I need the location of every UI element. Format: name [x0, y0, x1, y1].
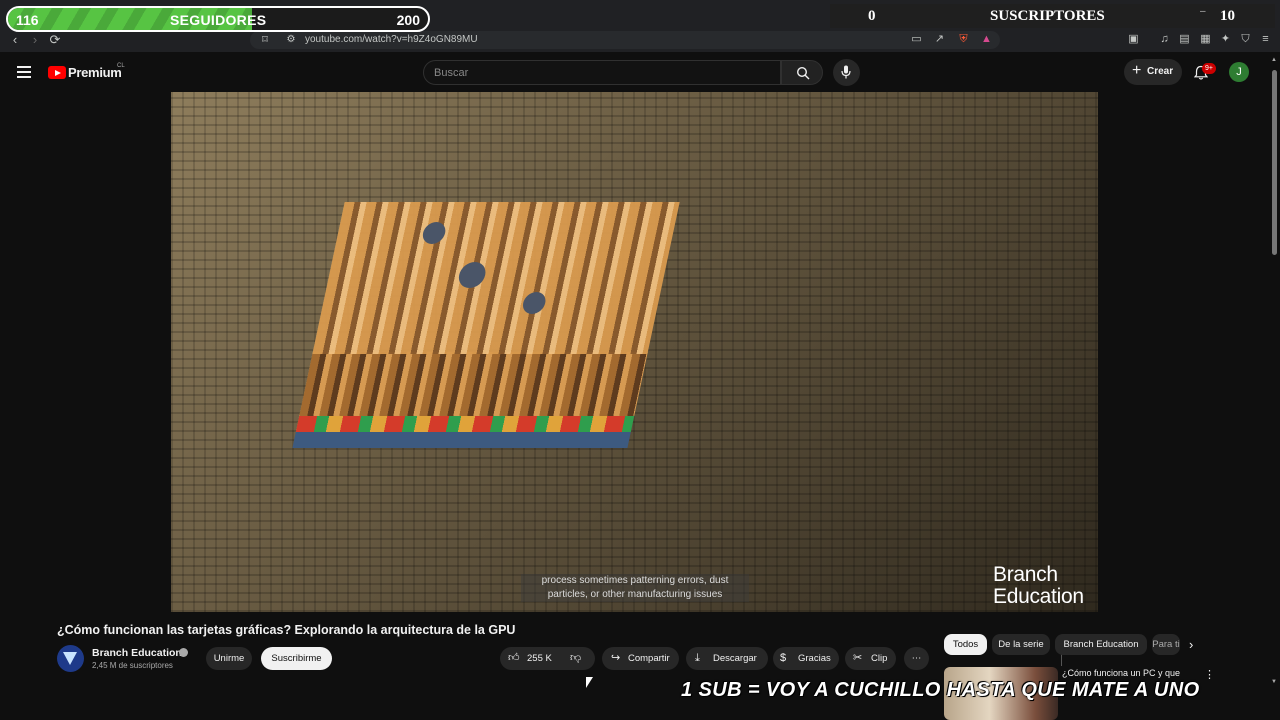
channel-watermark: Branch Education	[993, 564, 1084, 608]
followers-current: 116	[16, 12, 39, 28]
channel-name[interactable]: Branch Education	[92, 647, 182, 659]
panel-icon[interactable]: ▤	[1178, 33, 1191, 46]
download-label: Descargar	[713, 653, 757, 664]
like-dislike-group: 👍︎ 255 K 👎︎	[500, 647, 1062, 670]
hamburger-menu-icon[interactable]	[17, 66, 31, 78]
download-button[interactable]: ⤓ Descargar	[686, 647, 768, 670]
premium-logo-text[interactable]: Premium	[68, 65, 122, 80]
wallet-icon[interactable]: ▦	[1199, 33, 1212, 46]
thanks-button[interactable]: $ Gracias	[773, 647, 839, 670]
share-button[interactable]: ↪ Compartir	[602, 647, 679, 670]
thanks-icon: $	[780, 652, 787, 664]
search-icon	[796, 66, 810, 80]
chevron-right-icon[interactable]: ›	[1189, 637, 1193, 652]
user-avatar[interactable]: J	[1229, 62, 1249, 82]
scroll-up-arrow-icon[interactable]: ▲	[1271, 57, 1277, 63]
minimize-icon[interactable]: –	[1200, 6, 1206, 17]
share-page-icon[interactable]: ↗	[933, 33, 946, 46]
chip-illustration	[287, 202, 680, 472]
subscribers-current: 0	[868, 8, 876, 24]
voice-search-button[interactable]	[833, 59, 860, 86]
scissors-icon: ✂	[853, 652, 863, 664]
vpn-icon[interactable]: ⛉	[1239, 33, 1252, 46]
share-icon: ↪	[611, 652, 621, 664]
sidebar-icon[interactable]: ▣	[1127, 33, 1140, 46]
watermark-line-2: Education	[993, 585, 1084, 608]
rewards-icon[interactable]: ▲	[980, 33, 993, 46]
download-icon: ⤓	[695, 652, 700, 664]
notifications-badge: 9+	[1202, 63, 1216, 74]
clip-label: Clip	[871, 653, 888, 664]
more-horizontal-icon: ⋯	[911, 653, 922, 664]
like-icon[interactable]: 👍︎	[508, 647, 520, 670]
subscribers-goal: 10	[1220, 8, 1235, 24]
menu-dots-icon[interactable]: ≡	[1259, 33, 1272, 46]
region-code: CL	[117, 63, 125, 69]
media-icon[interactable]: ♫	[1158, 33, 1171, 46]
followers-goal-bar: 116 SEGUIDORES 200	[6, 6, 430, 32]
ai-icon[interactable]: ✦	[1219, 33, 1232, 46]
video-player[interactable]: process sometimes patterning errors, dus…	[171, 92, 1098, 612]
plus-icon: +	[1132, 62, 1142, 79]
mouse-cursor-icon	[586, 677, 593, 688]
create-label: Crear	[1147, 66, 1174, 77]
more-actions-button[interactable]: ⋯	[904, 647, 929, 670]
url-text[interactable]: youtube.com/watch?v=h9Z4oGN89MU	[305, 34, 478, 45]
cast-icon[interactable]: ▭	[910, 33, 923, 46]
followers-label: SEGUIDORES	[170, 12, 267, 28]
filter-chip-series[interactable]: De la serie	[992, 634, 1050, 655]
stream-overlay-text: 1 SUB = VOY A CUCHILLO HASTA QUE MATE A …	[681, 679, 1200, 701]
verified-badge-icon	[179, 648, 188, 657]
brave-shield-icon[interactable]: ⛨	[957, 33, 970, 46]
microphone-icon	[841, 65, 851, 79]
search-box[interactable]	[423, 60, 781, 85]
subscriber-count: 2,45 M de suscriptores	[92, 661, 173, 670]
filter-chip-all[interactable]: Todos	[944, 634, 987, 655]
thanks-label: Gracias	[798, 653, 831, 664]
site-info-icon[interactable]: ⚙	[284, 33, 298, 47]
share-label: Compartir	[628, 653, 670, 664]
watermark-line-1: Branch	[993, 563, 1058, 586]
subscribers-goal-bar: 0 SUSCRIPTORES – 10	[830, 4, 1275, 28]
reload-icon[interactable]: ⟳	[48, 33, 62, 47]
scrollbar-thumb[interactable]	[1272, 70, 1277, 255]
search-input[interactable]	[434, 65, 764, 81]
recommendation-title[interactable]: ¿Cómo funciona un PC y que	[1062, 668, 1192, 679]
join-button[interactable]: Unirme	[206, 647, 252, 670]
create-button[interactable]: + Crear	[1124, 59, 1182, 85]
subscribers-label: SUSCRIPTORES	[990, 8, 1105, 24]
video-caption: process sometimes patterning errors, dus…	[521, 574, 749, 602]
youtube-logo-icon[interactable]	[48, 66, 66, 79]
channel-avatar[interactable]	[57, 645, 84, 672]
like-count[interactable]: 255 K	[527, 647, 552, 670]
filter-chip-for-you[interactable]: Para ti	[1152, 634, 1180, 655]
scroll-down-arrow-icon[interactable]: ▼	[1271, 679, 1277, 685]
subscribe-button[interactable]: Suscribirme	[261, 647, 332, 670]
screen: ‹ › ⟳ ⌑ ⚙ youtube.com/watch?v=h9Z4oGN89M…	[0, 0, 1280, 720]
forward-icon[interactable]: ›	[28, 33, 42, 47]
filter-chip-channel[interactable]: Branch Education	[1055, 634, 1147, 655]
bookmark-icon[interactable]: ⌑	[258, 33, 272, 47]
video-title: ¿Cómo funcionan las tarjetas gráficas? E…	[57, 623, 516, 637]
followers-goal: 200	[396, 12, 420, 28]
back-icon[interactable]: ‹	[8, 33, 22, 47]
dislike-icon[interactable]: 👎︎	[570, 647, 581, 670]
search-button[interactable]	[781, 60, 823, 85]
clip-button[interactable]: ✂ Clip	[845, 647, 896, 670]
more-vertical-icon[interactable]: ⋮	[1204, 668, 1215, 681]
